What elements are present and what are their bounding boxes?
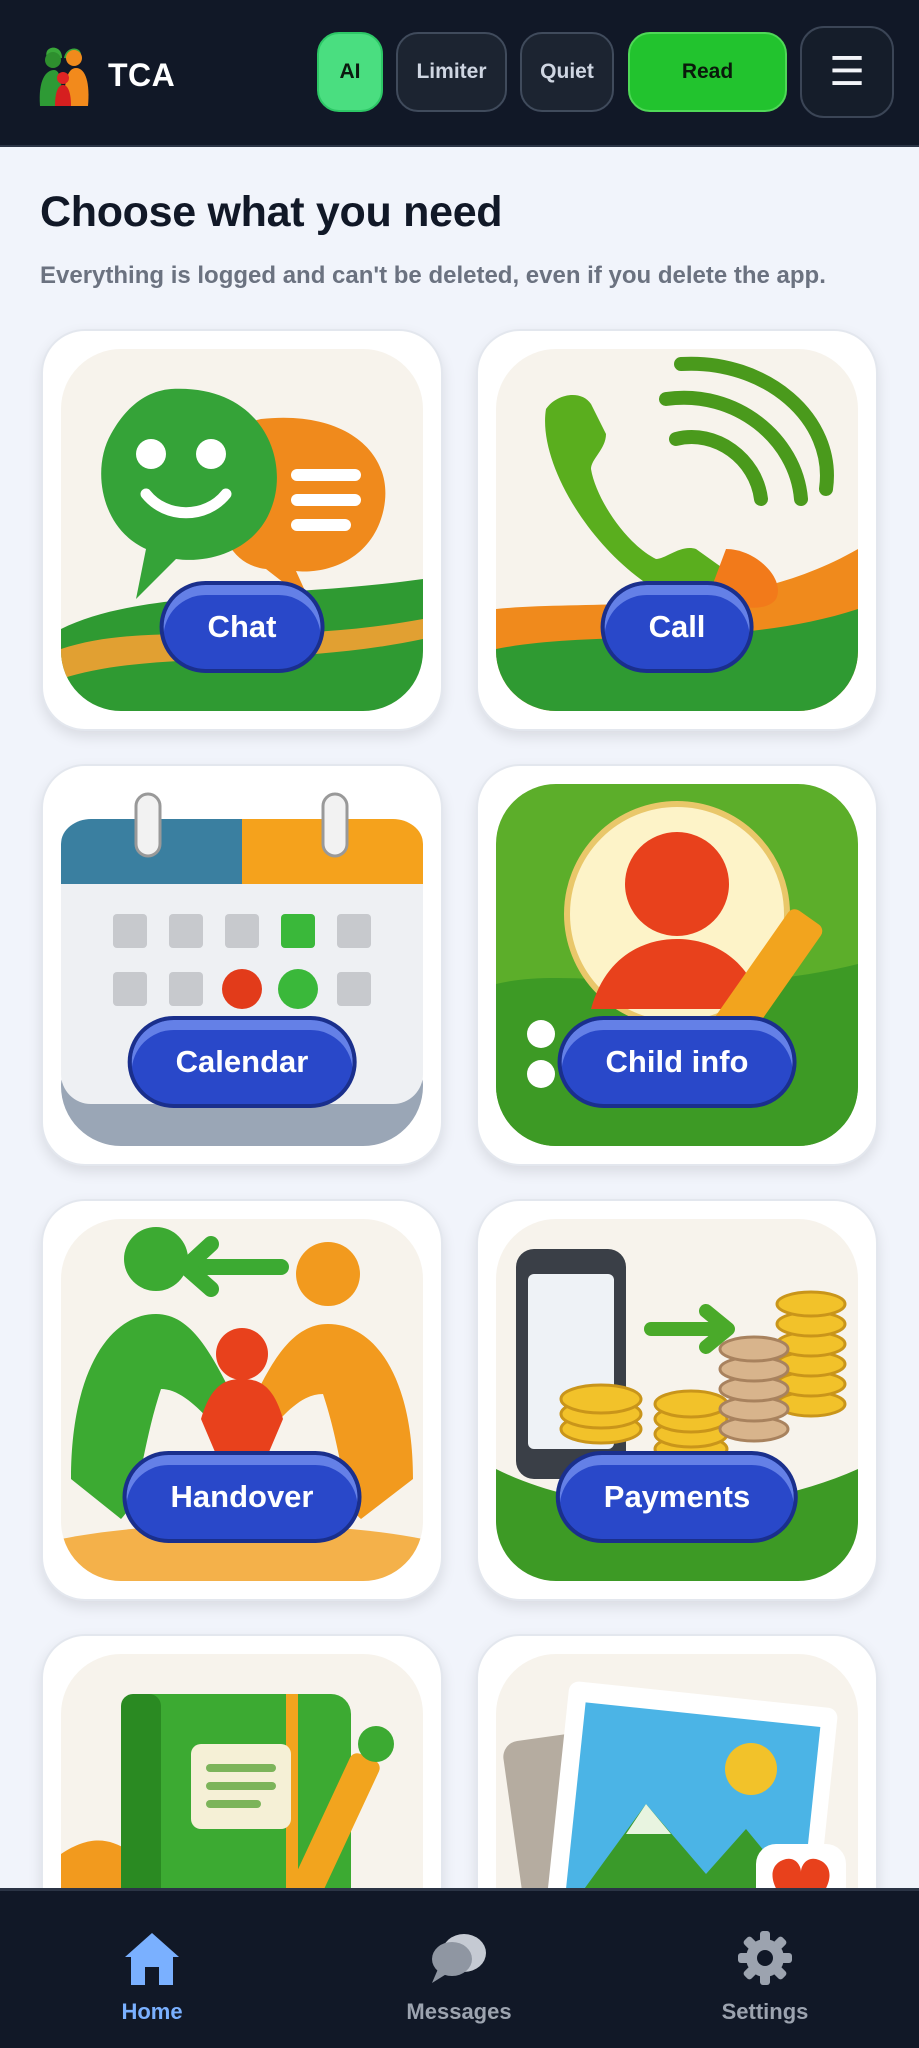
top-bar: TCA AI Limiter Quiet Read ☰ [0,0,919,147]
page-subtitle: Everything is logged and can't be delete… [40,262,826,289]
menu-icon: ☰ [829,50,865,94]
limiter-toggle-button[interactable]: Limiter [396,32,507,112]
nav-settings-label: Settings [721,1999,809,2024]
tile-label: Chat [159,581,325,673]
tile-label: Payments [555,1451,799,1543]
nav-messages-label: Messages [406,1999,512,2024]
nav-settings[interactable]: Settings [685,1929,845,2025]
bottom-nav: Home Messages Settings [0,1888,919,2048]
tile-chat[interactable]: Chat [41,329,443,731]
nav-home-label: Home [121,1999,183,2024]
tile-calendar[interactable]: Calendar [41,764,443,1166]
nav-home[interactable]: Home [72,1929,232,2025]
quiet-toggle-button[interactable]: Quiet [520,32,614,112]
family-logo-icon [39,47,89,106]
tile-call[interactable]: Call [476,329,878,731]
tile-label: Child info [557,1016,797,1108]
nav-messages[interactable]: Messages [379,1929,539,2025]
tile-label: Handover [122,1451,362,1543]
tile-child-info[interactable]: Child info [476,764,878,1166]
tile-payments[interactable]: Payments [476,1199,878,1601]
menu-button[interactable]: ☰ [800,26,894,118]
tile-label: Calendar [127,1016,357,1108]
settings-icon [738,1931,792,1985]
tile-handover[interactable]: Handover [41,1199,443,1601]
app-name: TCA [108,56,176,93]
ai-toggle-button[interactable]: AI [317,32,383,112]
tile-label: Call [600,581,754,673]
brand[interactable]: TCA [34,40,175,110]
page-title: Choose what you need [40,188,503,236]
home-icon [125,1933,179,1985]
messages-icon [432,1934,486,1983]
read-toggle-button[interactable]: Read [628,32,787,112]
